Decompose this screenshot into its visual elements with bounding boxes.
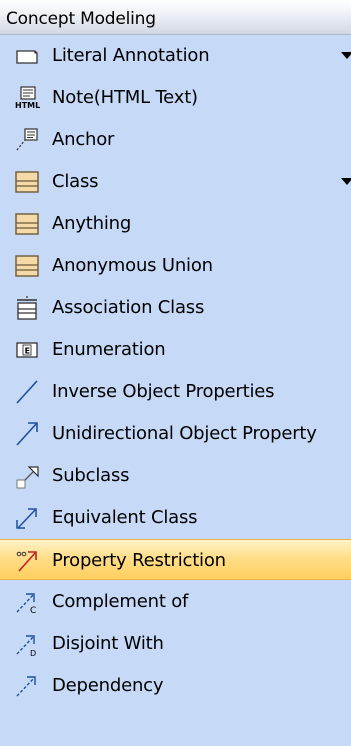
- complement-of-icon: C: [14, 589, 40, 615]
- submenu-arrow-icon[interactable]: [341, 178, 351, 185]
- svg-text:C: C: [30, 606, 36, 615]
- tool-subclass[interactable]: Subclass: [0, 455, 351, 496]
- tool-literal-annotation[interactable]: Literal Annotation: [0, 35, 351, 76]
- html-note-icon: HTML: [14, 85, 40, 111]
- tool-label: Property Restriction: [52, 550, 226, 571]
- tool-anonymous-union[interactable]: Anonymous Union: [0, 245, 351, 286]
- tool-label: Disjoint With: [52, 633, 164, 654]
- tool-class[interactable]: Class: [0, 161, 351, 202]
- tool-equivalent-class[interactable]: Equivalent Class: [0, 497, 351, 538]
- tool-label: Unidirectional Object Property: [52, 423, 317, 444]
- tool-association-class[interactable]: Association Class: [0, 287, 351, 328]
- inverse-object-properties-icon: [14, 379, 40, 405]
- tool-label: Equivalent Class: [52, 507, 198, 528]
- svg-text:D: D: [30, 649, 36, 657]
- tool-complement-of[interactable]: C Complement of: [0, 581, 351, 622]
- anything-icon: [14, 211, 40, 237]
- tool-label: Anonymous Union: [52, 255, 213, 276]
- tool-enumeration[interactable]: E Enumeration: [0, 329, 351, 370]
- tool-label: Subclass: [52, 465, 130, 486]
- tool-label: Anchor: [52, 129, 115, 150]
- anonymous-union-icon: [14, 253, 40, 279]
- tool-label: Complement of: [52, 591, 189, 612]
- tool-note-html-text[interactable]: HTML Note(HTML Text): [0, 77, 351, 118]
- tool-unidirectional-object-property[interactable]: Unidirectional Object Property: [0, 413, 351, 454]
- subclass-icon: [14, 463, 40, 489]
- palette-title: Concept Modeling: [6, 9, 156, 29]
- tool-disjoint-with[interactable]: D Disjoint With: [0, 623, 351, 664]
- svg-text:HTML: HTML: [15, 101, 40, 110]
- tool-label: Anything: [52, 213, 132, 234]
- property-restriction-icon: [14, 548, 40, 574]
- equivalent-class-icon: [14, 505, 40, 531]
- svg-text:E: E: [25, 347, 30, 356]
- concept-modeling-palette: Concept Modeling Literal Annotation HTML…: [0, 0, 351, 746]
- association-class-icon: [14, 295, 40, 321]
- literal-annotation-icon: [14, 43, 40, 69]
- tool-dependency[interactable]: Dependency: [0, 665, 351, 706]
- tool-anything[interactable]: Anything: [0, 203, 351, 244]
- class-icon: [14, 169, 40, 195]
- palette-header[interactable]: Concept Modeling: [0, 0, 351, 35]
- anchor-icon: [14, 127, 40, 153]
- tool-anchor[interactable]: Anchor: [0, 119, 351, 160]
- dependency-icon: [14, 673, 40, 699]
- unidirectional-object-property-icon: [14, 421, 40, 447]
- tool-label: Literal Annotation: [52, 45, 210, 66]
- tool-label: Enumeration: [52, 339, 166, 360]
- tool-property-restriction[interactable]: Property Restriction: [0, 539, 351, 580]
- disjoint-with-icon: D: [14, 631, 40, 657]
- tool-label: Association Class: [52, 297, 205, 318]
- enumeration-icon: E: [14, 337, 40, 363]
- tool-inverse-object-properties[interactable]: Inverse Object Properties: [0, 371, 351, 412]
- submenu-arrow-icon[interactable]: [341, 52, 351, 59]
- tool-label: Note(HTML Text): [52, 87, 198, 108]
- tool-label: Dependency: [52, 675, 164, 696]
- tool-label: Class: [52, 171, 99, 192]
- tool-label: Inverse Object Properties: [52, 381, 275, 402]
